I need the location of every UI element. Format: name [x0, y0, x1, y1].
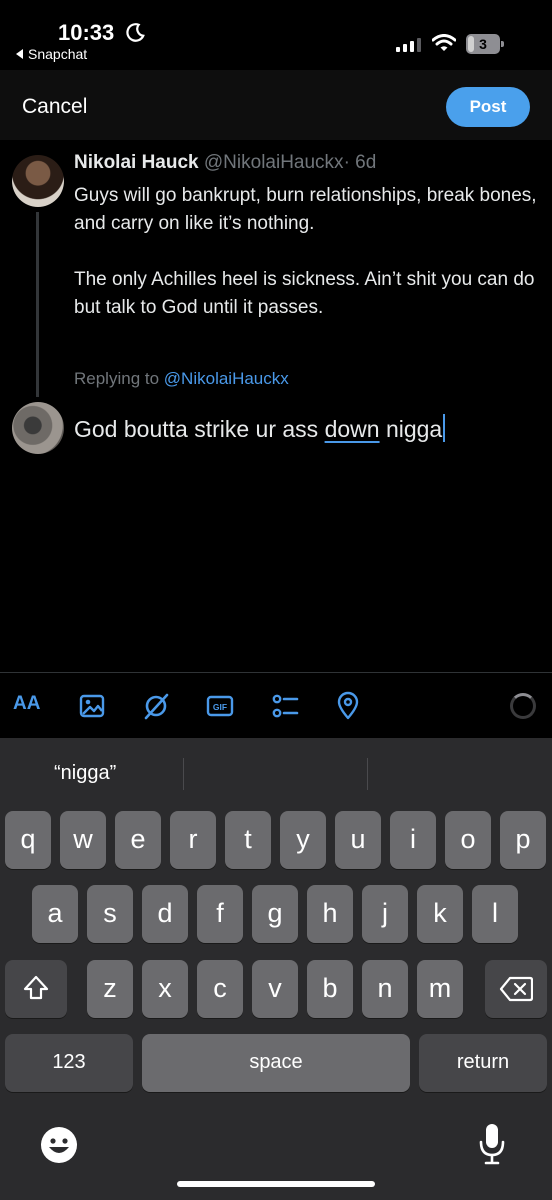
key-k[interactable]: k — [417, 885, 463, 943]
key-j[interactable]: j — [362, 885, 408, 943]
key-c[interactable]: c — [197, 960, 243, 1018]
tweet-paragraph: Guys will go bankrupt, burn relationship… — [74, 185, 537, 234]
key-x[interactable]: x — [142, 960, 188, 1018]
suggestion-divider — [183, 758, 184, 790]
key-y[interactable]: y — [280, 811, 326, 869]
author-handle[interactable]: @NikolaiHauckx — [204, 152, 344, 173]
moon-icon — [126, 23, 145, 42]
key-m[interactable]: m — [417, 960, 463, 1018]
key-g[interactable]: g — [252, 885, 298, 943]
space-key[interactable]: space — [142, 1034, 410, 1092]
ios-keyboard: “nigga” q w e r t y u i o p a s d f g h … — [0, 738, 552, 1200]
battery-level: 3 — [479, 36, 487, 52]
key-v[interactable]: v — [252, 960, 298, 1018]
author-avatar[interactable] — [12, 155, 64, 207]
return-key[interactable]: return — [419, 1034, 547, 1092]
character-count-indicator — [510, 693, 536, 719]
tweet-paragraph: The only Achilles heel is sickness. Ain’… — [74, 269, 535, 318]
gif-icon[interactable]: GIF — [205, 691, 235, 721]
key-l[interactable]: l — [472, 885, 518, 943]
home-indicator[interactable] — [177, 1181, 375, 1187]
gif-label: GIF — [213, 702, 227, 712]
cellular-signal-icon — [396, 38, 421, 52]
poll-icon[interactable] — [270, 691, 300, 721]
key-d[interactable]: d — [142, 885, 188, 943]
backspace-key[interactable] — [485, 960, 547, 1018]
tweet-body: Guys will go bankrupt, burn relationship… — [74, 182, 544, 322]
tweet-header: Nikolai Hauck @NikolaiHauckx· 6d — [74, 152, 376, 174]
replying-to: Replying to @NikolaiHauckx — [74, 369, 289, 389]
key-p[interactable]: p — [500, 811, 546, 869]
key-e[interactable]: e — [115, 811, 161, 869]
back-to-app-link[interactable]: Snapchat — [16, 46, 87, 62]
key-z[interactable]: z — [87, 960, 133, 1018]
location-icon[interactable] — [333, 691, 363, 721]
reply-text-start: God boutta strike ur ass — [74, 416, 325, 442]
key-n[interactable]: n — [362, 960, 408, 1018]
image-icon[interactable] — [77, 691, 107, 721]
key-o[interactable]: o — [445, 811, 491, 869]
key-a[interactable]: a — [32, 885, 78, 943]
key-s[interactable]: s — [87, 885, 133, 943]
suggestion-divider — [367, 758, 368, 790]
microphone-icon[interactable] — [478, 1122, 506, 1166]
back-arrow-icon — [16, 49, 23, 59]
post-button[interactable]: Post — [446, 87, 530, 127]
replying-to-label: Replying to — [74, 369, 160, 388]
status-bar: 10:33 Snapchat 3 — [0, 0, 552, 70]
user-avatar — [12, 402, 64, 454]
author-name[interactable]: Nikolai Hauck — [74, 152, 199, 173]
thread-line — [36, 212, 39, 397]
text-caret — [443, 414, 446, 442]
status-time: 10:33 — [58, 20, 115, 45]
key-h[interactable]: h — [307, 885, 353, 943]
reply-text-end: nigga — [379, 416, 443, 442]
key-u[interactable]: u — [335, 811, 381, 869]
back-app-label: Snapchat — [28, 46, 88, 62]
backspace-icon — [499, 976, 534, 1002]
text-style-button[interactable]: AA — [13, 693, 43, 723]
grok-icon[interactable] — [141, 691, 171, 721]
compose-toolbar: AA GIF — [0, 672, 552, 738]
predictive-text-bar: “nigga” — [0, 738, 552, 810]
battery-icon: 3 — [466, 34, 504, 54]
shift-key[interactable] — [5, 960, 67, 1018]
emoji-icon[interactable] — [40, 1126, 78, 1164]
key-i[interactable]: i — [390, 811, 436, 869]
reply-text-autocorrect-word[interactable]: down — [325, 416, 380, 442]
key-t[interactable]: t — [225, 811, 271, 869]
key-f[interactable]: f — [197, 885, 243, 943]
numbers-key[interactable]: 123 — [5, 1034, 133, 1092]
cancel-button[interactable]: Cancel — [22, 95, 87, 119]
key-w[interactable]: w — [60, 811, 106, 869]
tweet-age: · 6d — [343, 152, 377, 173]
key-r[interactable]: r — [170, 811, 216, 869]
wifi-icon — [432, 34, 456, 51]
key-b[interactable]: b — [307, 960, 353, 1018]
shift-icon — [23, 975, 49, 1000]
reply-text-input[interactable]: God boutta strike ur ass down nigga — [74, 414, 446, 443]
key-q[interactable]: q — [5, 811, 51, 869]
compose-header: Cancel Post — [0, 70, 552, 140]
replying-to-handle[interactable]: @NikolaiHauckx — [164, 369, 289, 388]
suggestion-item[interactable]: “nigga” — [54, 762, 116, 785]
